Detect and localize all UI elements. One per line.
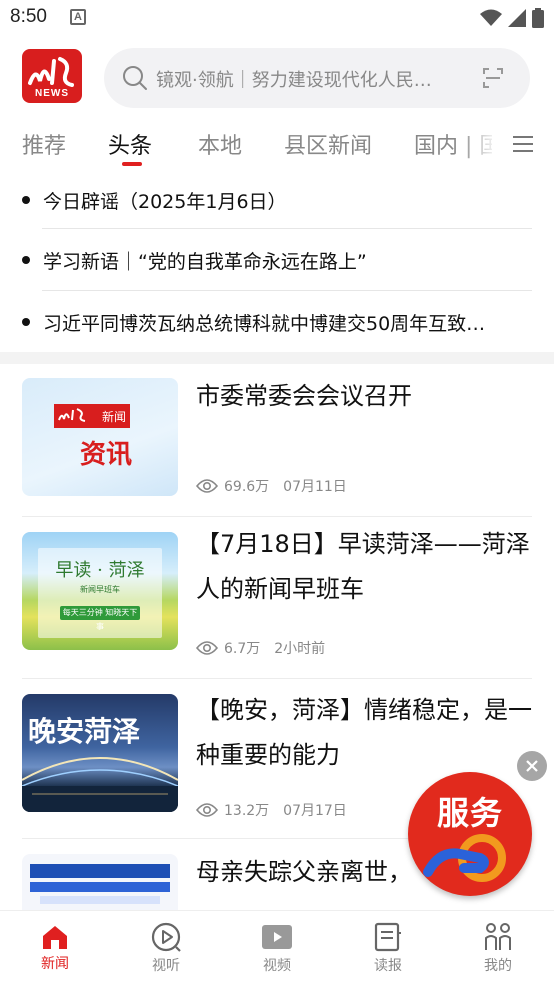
notification-icon: A — [70, 9, 86, 25]
tab-local[interactable]: 本地 — [198, 128, 242, 160]
article-thumbnail: 晚安菏泽 — [22, 694, 178, 812]
publish-date: 07月11日 — [283, 479, 347, 495]
article-meta: 6.7万 2小时前 — [196, 638, 325, 658]
thumb-banner — [40, 896, 160, 904]
search-placeholder: 镜观·领航｜努力建设现代化人民… — [156, 70, 432, 91]
profile-icon — [485, 923, 511, 950]
nav-label: 视听 — [152, 958, 180, 974]
article-meta: 13.2万 07月17日 — [196, 800, 347, 820]
bullet-icon — [22, 256, 30, 264]
eye-icon — [196, 641, 218, 655]
status-indicators — [480, 8, 544, 28]
channel-tabs: 推荐 头条 本地 县区新闻 国内 | 国 — [0, 120, 554, 170]
article-title: 【7月18日】早读菏泽——菏泽人的新闻早班车 — [196, 530, 530, 603]
logo-mark-icon — [58, 408, 86, 422]
headline-text: 学习新语｜“党的自我革命永远在路上” — [43, 250, 367, 273]
publish-date: 2小时前 — [274, 641, 326, 657]
thumb-subtitle: 新闻早班车 — [80, 585, 120, 594]
divider — [22, 678, 532, 679]
battery-icon — [532, 8, 544, 28]
thumb-caption: 每天三分钟 知晓天下事 — [60, 606, 140, 631]
tab-headlines[interactable]: 头条 — [108, 128, 152, 160]
tabs-fade — [458, 120, 498, 170]
article-card[interactable]: 新闻 资讯 市委常委会会议召开 69.6万 07月11日 — [0, 364, 554, 524]
article-thumbnail: 新闻 资讯 — [22, 378, 178, 496]
tab-recommend[interactable]: 推荐 — [22, 128, 66, 160]
tab-county-news[interactable]: 县区新闻 — [284, 128, 372, 160]
thumb-text: 晚安菏泽 — [28, 715, 141, 748]
thumb-banner — [30, 882, 170, 892]
nav-newspaper[interactable]: 读报 — [348, 919, 428, 975]
service-hand-icon — [423, 834, 506, 882]
scan-icon[interactable] — [482, 67, 504, 89]
menu-icon[interactable] — [511, 134, 535, 154]
view-count: 69.6万 — [224, 479, 270, 495]
newspaper-icon — [374, 922, 401, 952]
thumb-tag-text: 新闻 — [101, 409, 126, 424]
search-bar[interactable]: 镜观·领航｜努力建设现代化人民… — [104, 48, 530, 108]
signal-icon — [508, 9, 526, 27]
headline-item[interactable]: 学习新语｜“党的自我革命永远在路上” — [22, 230, 532, 290]
publish-date: 07月17日 — [283, 803, 347, 819]
eye-icon — [196, 479, 218, 493]
article-thumbnail: 早读 · 菏泽 新闻早班车 每天三分钟 知晓天下事 — [22, 532, 178, 650]
home-icon — [43, 926, 67, 949]
status-time: 8:50 — [10, 6, 47, 27]
bottom-nav: 新闻 视听 视频 读报 我的 — [0, 910, 554, 984]
logo-mark-icon — [28, 57, 74, 87]
eye-icon — [196, 803, 218, 817]
header: NEWS 镜观·领航｜努力建设现代化人民… — [0, 44, 554, 112]
thumb-tag: 新闻 — [54, 404, 130, 428]
headline-item[interactable]: 今日辟谣（2025年1月6日） — [22, 170, 532, 230]
view-count: 6.7万 — [224, 641, 261, 657]
thumb-title: 早读 · 菏泽 — [55, 560, 145, 581]
nav-label: 视频 — [263, 958, 291, 974]
app-logo[interactable]: NEWS — [22, 49, 82, 103]
headline-text: 习近平同博茨瓦纳总统博科就中博建交50周年互致… — [43, 312, 486, 335]
video-icon — [262, 925, 292, 949]
nav-label: 我的 — [484, 958, 512, 974]
play-icon — [151, 922, 181, 952]
view-count: 13.2万 — [224, 803, 270, 819]
nav-label: 新闻 — [41, 956, 69, 972]
logo-text: NEWS — [35, 88, 69, 99]
divider — [42, 228, 532, 229]
bullet-icon — [22, 318, 30, 326]
article-title: 【晚安，菏泽】情绪稳定，是一种重要的能力 — [196, 696, 532, 769]
status-bar: 8:50 A — [0, 0, 554, 38]
nav-profile[interactable]: 我的 — [458, 919, 538, 975]
nav-video[interactable]: 视频 — [237, 919, 317, 975]
service-button[interactable]: 服务 — [408, 772, 532, 896]
thumb-text: 资讯 — [80, 440, 133, 470]
divider — [22, 516, 532, 517]
search-icon — [123, 66, 147, 90]
bullet-icon — [22, 196, 30, 204]
active-tab-indicator — [122, 162, 142, 166]
article-meta: 69.6万 07月11日 — [196, 476, 347, 496]
thumb-banner — [30, 864, 170, 878]
section-divider — [0, 352, 554, 364]
headline-item[interactable]: 习近平同博茨瓦纳总统博科就中博建交50周年互致… — [22, 292, 532, 352]
nav-label: 读报 — [374, 958, 402, 974]
nav-audio-video[interactable]: 视听 — [126, 919, 206, 975]
headline-text: 今日辟谣（2025年1月6日） — [43, 190, 287, 213]
nav-news[interactable]: 新闻 — [15, 919, 95, 973]
article-card[interactable]: 早读 · 菏泽 新闻早班车 每天三分钟 知晓天下事 【7月18日】早读菏泽——菏… — [0, 518, 554, 679]
divider — [42, 290, 532, 291]
wifi-icon — [480, 9, 502, 26]
article-title: 市委常委会会议召开 — [196, 382, 412, 410]
